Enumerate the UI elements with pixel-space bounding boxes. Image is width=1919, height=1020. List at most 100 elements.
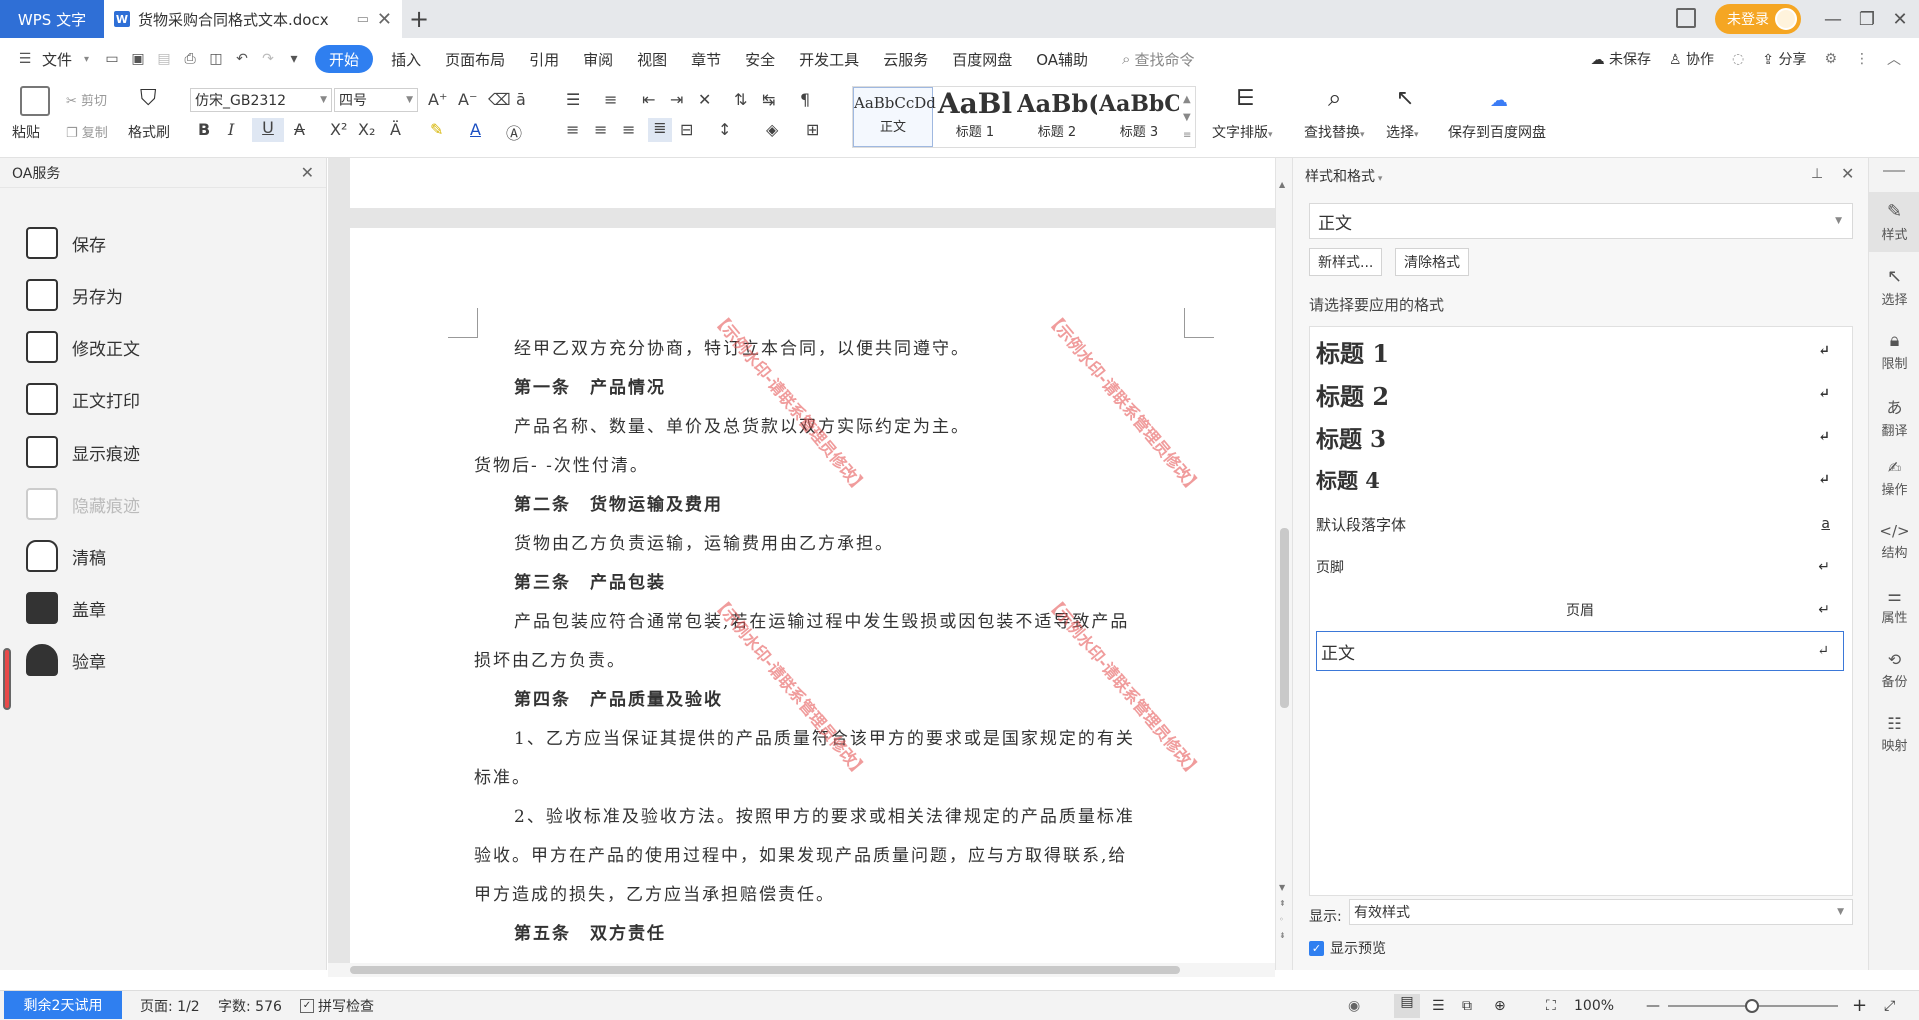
style-item-heading4[interactable]: 标题 4 ↵ [1316,462,1844,498]
article-heading[interactable]: 第三条 产品包装 [514,568,666,593]
collab-button[interactable]: ♙ 协作 [1669,49,1714,69]
shading-icon[interactable]: ◈ [766,120,778,139]
cut-button[interactable]: ✂ 剪切 [66,90,107,109]
layout-toggle-icon[interactable] [1676,8,1696,28]
sidebar-item-structure[interactable]: </> 结构 [1869,522,1919,561]
chinese-layout-icon[interactable]: ✕ [698,90,711,109]
align-right-icon[interactable]: ≡ [622,120,635,139]
justify-icon[interactable]: ≣ [648,118,672,142]
oa-edit-body[interactable]: 修改正文 [26,331,140,363]
file-menu-chevron-icon[interactable]: ▾ [84,54,89,65]
vertical-scrollbar[interactable]: ▲ ▼ ⇞ ◦ ⇟ [1275,158,1292,970]
bold-icon[interactable]: B [198,120,210,139]
text-layout-button[interactable]: 文字排版▾ [1212,122,1273,142]
find-icon[interactable]: ⌕ [1328,84,1341,112]
tab-view[interactable]: 视图 [625,45,679,73]
numbered-list-icon[interactable]: ≡ [604,90,617,109]
panel-resize-handle[interactable] [3,648,11,710]
article-heading[interactable]: 第二条 货物运输及费用 [514,490,723,515]
close-window-icon[interactable]: ✕ [1880,0,1919,38]
superscript-icon[interactable]: X² [330,120,347,139]
highlight-icon[interactable]: ✎ [430,120,443,139]
style-item-default-font[interactable]: 默认段落字体 a [1316,507,1844,541]
cursor-select-icon[interactable]: ↖ [1396,86,1414,111]
fullscreen-icon[interactable]: ⤢ [1884,998,1895,1014]
close-tab-icon[interactable]: ✕ [377,9,392,30]
text-effect-icon[interactable]: Ä [390,120,401,139]
quick-access-more-icon[interactable]: ▾ [283,48,305,70]
baidu-netdisk-icon[interactable]: ☁ [1490,90,1508,111]
text-layout-icon[interactable]: ⋿ [1236,86,1255,111]
open-folder-icon[interactable]: ▭ [101,48,123,70]
find-replace-button[interactable]: 查找替换▾ [1304,122,1365,142]
tab-baidu-netdisk[interactable]: 百度网盘 [940,45,1024,73]
tab-review[interactable]: 审阅 [571,45,625,73]
paragraph-line[interactable]: 甲方造成的损失，乙方应当承担赔偿责任。 [474,880,835,905]
font-size-select[interactable]: 四号 ▼ [334,88,418,112]
style-item-heading2[interactable]: 标题 2 ↵ [1316,376,1844,412]
article-heading[interactable]: 第五条 双方责任 [514,919,666,944]
style-normal[interactable]: AaBbCcDd 正文 [853,87,936,147]
scroll-up-icon[interactable]: ▲ [1279,180,1285,189]
eye-protection-icon[interactable]: ◉ [1348,998,1360,1014]
article-heading[interactable]: 第四条 产品质量及验收 [514,685,723,710]
decrease-indent-icon[interactable]: ⇤ [642,90,655,109]
document-page[interactable]: 经甲乙双方充分协商，特订立本合同，以便共同遵守。 第一条 产品情况 产品名称、数量、… [350,228,1275,970]
paragraph-line[interactable]: 验收。甲方在产品的使用过程中，如果发现产品质量问题，应与方取得联系,给 [474,841,1127,866]
show-preview-checkbox[interactable]: ✓ [1309,940,1324,956]
show-preview-option[interactable]: ✓ 显示预览 [1309,938,1386,958]
tab-start[interactable]: 开始 [315,45,374,73]
format-painter-button[interactable]: 格式刷 [128,122,170,142]
style-item-header[interactable]: 页眉 ↵ [1316,593,1844,627]
save-icon[interactable]: ▣ [127,48,149,70]
clear-format-icon[interactable]: ⌫ [488,90,511,109]
horizontal-scrollbar[interactable] [328,963,1275,977]
tab-oa-assist[interactable]: OA辅助 [1024,45,1100,73]
pin-panel-icon[interactable]: ⊥ [1811,166,1823,182]
format-painter-icon[interactable]: ⛉ [140,86,157,111]
pinyin-icon[interactable]: ā [516,90,526,109]
oa-save-as[interactable]: 另存为 [26,279,123,311]
char-border-icon[interactable]: Ⓐ [506,120,522,144]
paragraph-line[interactable]: 标准。 [474,763,531,788]
sidebar-item-restrict[interactable]: 🔒︎ 限制 [1869,330,1919,372]
style-heading2[interactable]: AaBb( 标题 2 [1017,87,1097,147]
trial-badge[interactable]: 剩余2天试用 [4,991,122,1019]
zoom-in-icon[interactable]: + [1852,995,1867,1016]
sidebar-item-mapping[interactable]: ☷ 映射 [1869,714,1919,754]
settings-gear-icon[interactable]: ⚙ [1824,51,1837,67]
paragraph-line[interactable]: 货物后- -次性付清。 [474,451,649,476]
fit-page-icon[interactable]: ⛶ [1546,998,1556,1014]
close-styles-panel-icon[interactable]: ✕ [1841,164,1854,183]
style-heading3[interactable]: AaBbC 标题 3 [1099,87,1179,147]
underline-icon[interactable]: U [252,118,284,142]
unsaved-status[interactable]: ☁ 未保存 [1591,49,1651,69]
zoom-out-icon[interactable]: — [1646,998,1660,1014]
document-tab[interactable]: W 货物采购合同格式文本.docx ▭ ✕ [104,0,402,38]
style-heading1[interactable]: AaBl 标题 1 [935,87,1015,147]
login-button[interactable]: 未登录 [1715,4,1801,34]
oa-verify-stamp[interactable]: 验章 [26,644,106,676]
show-filter-select[interactable]: 有效样式 ▼ [1349,899,1853,925]
page-nav-icons[interactable]: ▼ ⇞ ◦ ⇟ [1279,880,1286,944]
clear-format-button[interactable]: 清除格式 [1395,248,1469,276]
bullet-list-icon[interactable]: ☰ [566,90,580,109]
paste-button[interactable]: 粘贴 [12,122,40,142]
tab-cloud[interactable]: 云服务 [871,45,940,73]
style-item-normal[interactable]: 正文 ↵ [1316,631,1844,671]
show-marks-icon[interactable]: ¶ [800,90,810,109]
file-menu[interactable]: 文件 [38,45,84,73]
shrink-font-icon[interactable]: A⁻ [458,90,477,109]
increase-indent-icon[interactable]: ⇥ [670,90,683,109]
undo-icon[interactable]: ↶ [231,48,253,70]
hamburger-icon[interactable]: ☰ [14,48,36,70]
align-left-icon[interactable]: ≡ [566,120,579,139]
zoom-level[interactable]: 100% [1574,998,1614,1014]
distribute-icon[interactable]: ⊟ [680,120,693,139]
redo-icon[interactable]: ↷ [257,48,279,70]
tab-security[interactable]: 安全 [733,45,787,73]
tab-page-layout[interactable]: 页面布局 [433,45,517,73]
spell-check-toggle[interactable]: ✓ 拼写检查 [300,996,374,1016]
export-icon[interactable]: ▤ [153,48,175,70]
oa-show-revisions[interactable]: 显示痕迹 [26,436,140,468]
